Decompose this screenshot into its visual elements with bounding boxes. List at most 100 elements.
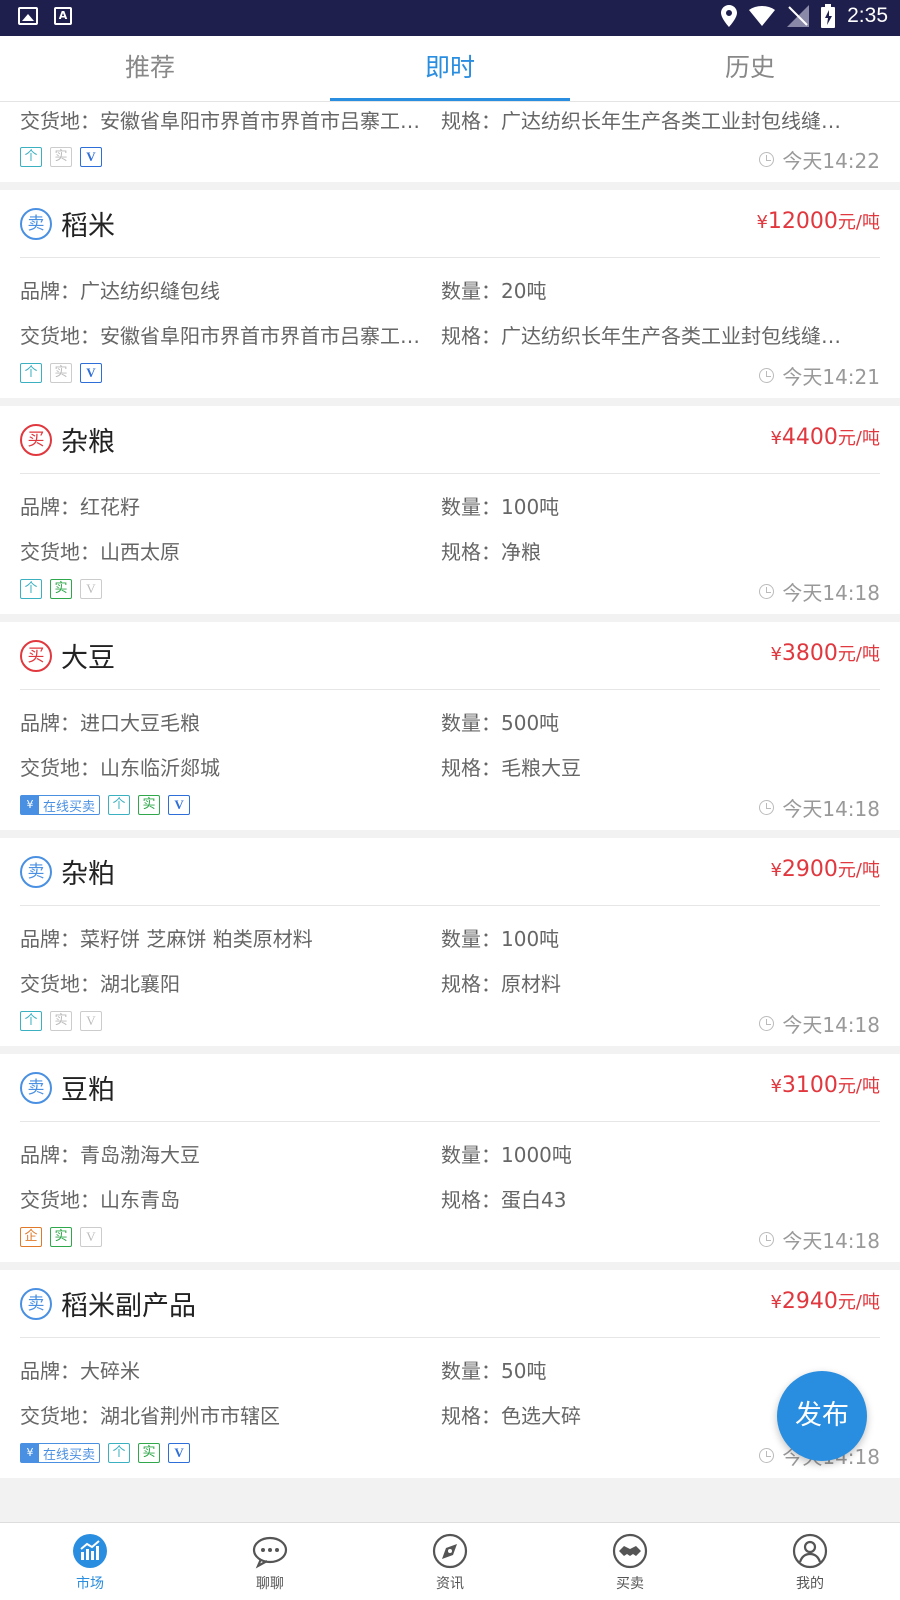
place-label: 交货地： <box>20 972 100 996</box>
brand-value: 大碎米 <box>80 1359 140 1383</box>
info-row: 交货地：山东临沂郯城 规格：毛粮大豆 <box>20 744 880 789</box>
listing-card[interactable]: 卖杂粕 ¥2900元/吨 品牌：菜籽饼 芝麻饼 粕类原材料 数量：100吨 交货地：湖北… <box>0 838 900 1046</box>
nav-trade[interactable]: 买卖 <box>540 1523 720 1600</box>
nav-chat[interactable]: 聊聊 <box>180 1523 360 1600</box>
spec-cell: 规格：广达纺织长年生产各类工业封包线缝包线 <box>441 320 861 349</box>
compass-icon <box>432 1533 468 1569</box>
tab-history[interactable]: 历史 <box>600 36 900 101</box>
personal-tag: 个 <box>20 147 42 167</box>
listing-feed[interactable]: 交货地：安徽省阜阳市界首市界首市吕寨工业园区 规格：广达纺织长年生产各类工业封包… <box>0 102 900 1522</box>
product-name: 稻米副产品 <box>61 1291 196 1322</box>
post-time: 今天14:18 <box>759 1225 880 1254</box>
info-row: 交货地：湖北襄阳 规格：原材料 <box>20 960 880 1005</box>
price-unit: 元/吨 <box>837 644 880 665</box>
spec-value: 广达纺织长年生产各类工业封包线缝包线 <box>501 324 861 348</box>
vip-tag: V <box>168 1443 191 1463</box>
battery-icon <box>821 4 836 28</box>
brand-cell: 品牌：进口大豆毛粮 <box>20 707 441 736</box>
brand-label: 品牌： <box>20 711 80 735</box>
post-time-text: 今天14:18 <box>782 797 880 821</box>
qty-value: 500吨 <box>501 711 560 735</box>
spec-label: 规格： <box>441 324 501 348</box>
publish-button[interactable]: 发布 <box>777 1371 867 1461</box>
vip-tag: V <box>80 147 102 167</box>
place-cell: 交货地：山西太原 <box>20 536 441 565</box>
post-time-text: 今天14:22 <box>782 149 880 173</box>
place-value: 山东临沂郯城 <box>100 756 220 780</box>
verified-entity-tag: 实 <box>138 1443 161 1463</box>
tag-row: ¥在线买卖个实V 今天14:18 <box>20 789 880 821</box>
listing-header: 买大豆 ¥3800元/吨 <box>20 622 880 690</box>
place-value: 山西太原 <box>100 540 180 564</box>
brand-label: 品牌： <box>20 495 80 519</box>
listing-card[interactable]: 买大豆 ¥3800元/吨 品牌：进口大豆毛粮 数量：500吨 交货地：山东临沂郯城 规格：… <box>0 622 900 830</box>
handshake-icon <box>612 1533 648 1569</box>
qty-label: 数量： <box>441 279 501 303</box>
listing-card[interactable]: 卖豆粕 ¥3100元/吨 品牌：青岛渤海大豆 数量：1000吨 交货地：山东青岛 规格：蛋… <box>0 1054 900 1262</box>
info-row: 交货地：湖北省荆州市市辖区 规格：色选大碎 <box>20 1392 880 1437</box>
price-value: 3100 <box>781 1073 838 1098</box>
price: ¥4400元/吨 <box>770 424 880 450</box>
info-row: 交货地：山东青岛 规格：蛋白43 <box>20 1176 880 1221</box>
brand-value: 广达纺织缝包线 <box>80 279 220 303</box>
online-trade-tag: ¥ 在线买卖 <box>20 1443 101 1463</box>
nav-market[interactable]: 市场 <box>0 1523 180 1600</box>
product-name: 稻米 <box>61 211 115 242</box>
qty-value: 100吨 <box>501 495 560 519</box>
spec-cell: 规格：毛粮大豆 <box>441 752 861 781</box>
nav-news[interactable]: 资讯 <box>360 1523 540 1600</box>
listing-header: 卖稻米 ¥12000元/吨 <box>20 190 880 258</box>
clock-icon <box>759 584 775 599</box>
info-row: 品牌：红花籽 数量：100吨 <box>20 483 880 528</box>
place-value: 安徽省阜阳市界首市界首市吕寨工业园区 <box>100 324 441 348</box>
buy-badge-icon: 买 <box>20 639 52 672</box>
spec-cell: 规格：净粮 <box>441 536 861 565</box>
post-time: 今天14:18 <box>759 793 880 822</box>
tag-row: 个实 V 今天14:21 <box>20 357 880 389</box>
price-unit: 元/吨 <box>837 212 880 233</box>
spec-value: 毛粮大豆 <box>501 756 581 780</box>
clock-icon <box>759 800 775 815</box>
vip-tag: V <box>80 1011 102 1031</box>
currency-symbol: ¥ <box>770 860 782 881</box>
clock-time: 2:35 <box>847 4 888 27</box>
tab-recommended[interactable]: 推荐 <box>0 36 300 101</box>
brand-value: 红花籽 <box>80 495 140 519</box>
brand-cell: 品牌：广达纺织缝包线 <box>20 275 441 304</box>
qty-cell: 数量：500吨 <box>441 707 861 736</box>
brand-value: 青岛渤海大豆 <box>80 1143 200 1167</box>
brand-label: 品牌： <box>20 279 80 303</box>
post-time: 今天14:18 <box>759 577 880 606</box>
price-value: 3800 <box>781 641 838 666</box>
spec-value: 净粮 <box>501 540 541 564</box>
brand-label: 品牌： <box>20 1359 80 1383</box>
place-value: 山东青岛 <box>100 1188 180 1212</box>
brand-cell: 品牌：大碎米 <box>20 1355 441 1384</box>
gallery-notification-icon <box>18 7 38 25</box>
price-value: 4400 <box>781 425 838 450</box>
listing-card[interactable]: 卖稻米 ¥12000元/吨 品牌：广达纺织缝包线 数量：20吨 交货地：安徽省阜阳市界首… <box>0 190 900 398</box>
info-row: 交货地：安徽省阜阳市界首市界首市吕寨工业园区 规格：广达纺织长年生产各类工业封包线… <box>20 312 880 357</box>
price-unit: 元/吨 <box>837 1076 880 1097</box>
no-signal-icon <box>787 5 810 27</box>
nav-label: 资讯 <box>436 1576 464 1592</box>
price-unit: 元/吨 <box>837 428 880 449</box>
info-row: 品牌：广达纺织缝包线 数量：20吨 <box>20 267 880 312</box>
listing-card[interactable]: 交货地：安徽省阜阳市界首市界首市吕寨工业园区 规格：广达纺织长年生产各类工业封包… <box>0 102 900 182</box>
bottom-navigation: 市场 聊聊 资讯 买卖 我的 <box>0 1522 900 1600</box>
status-bar: A 2:35 <box>0 0 900 36</box>
qty-cell: 数量：1000吨 <box>441 1139 861 1168</box>
place-cell: 交货地：安徽省阜阳市界首市界首市吕寨工业园区 <box>20 320 441 349</box>
listing-card[interactable]: 卖稻米副产品 ¥2940元/吨 品牌：大碎米 数量：50吨 交货地：湖北省荆州市市辖区规… <box>0 1270 900 1478</box>
place-cell: 交货地：山东青岛 <box>20 1184 441 1213</box>
clock-icon <box>759 152 775 167</box>
qty-label: 数量： <box>441 495 501 519</box>
listing-card[interactable]: 买杂粮 ¥4400元/吨 品牌：红花籽 数量：100吨 交货地：山西太原 规格：净粮个实 V… <box>0 406 900 614</box>
buy-badge-icon: 买 <box>20 423 52 456</box>
tab-realtime[interactable]: 即时 <box>300 36 600 101</box>
nav-profile[interactable]: 我的 <box>720 1523 900 1600</box>
brand-value: 菜籽饼 芝麻饼 粕类原材料 <box>80 927 313 951</box>
sell-badge-icon: 卖 <box>20 1287 52 1320</box>
yuan-icon: ¥ <box>21 796 39 814</box>
product-name: 杂粮 <box>61 427 115 458</box>
